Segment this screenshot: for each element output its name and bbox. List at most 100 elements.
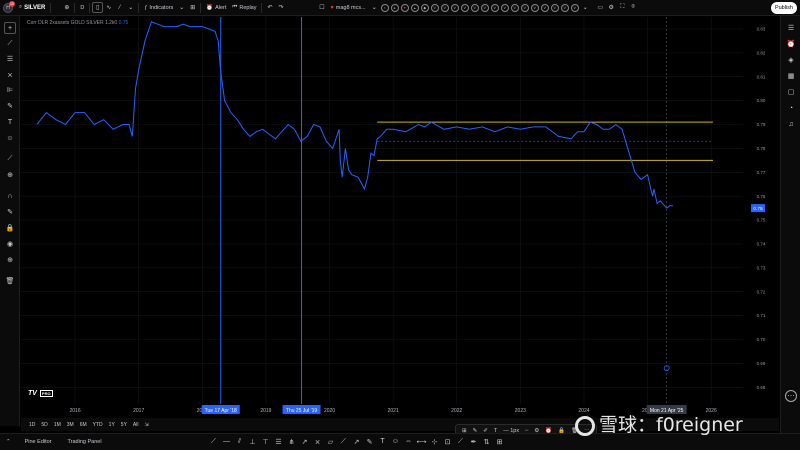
v-icon[interactable]: V [510,3,519,12]
chart-svg[interactable]: 0.83 0.82 0.81 0.80 0.79 0.78 0.77 0.76 0.75 0.74… [21,17,779,418]
range-button[interactable]: YTD [90,422,106,428]
flag-icon[interactable]: ▪ [380,3,389,12]
globe-icon[interactable]: ⊕ [4,254,16,266]
chart-area[interactable]: 0.83 0.82 0.81 0.80 0.79 0.78 0.77 0.76 0.75 0.74… [21,17,779,418]
text-icon[interactable]: T [4,116,16,128]
v-icon[interactable]: V [570,3,579,12]
zoom-icon[interactable]: ⊕ [4,169,16,181]
range-button[interactable]: 3M [64,422,77,428]
chat-icon[interactable]: ▢ [785,86,797,98]
brush-tool-icon[interactable]: ⟋ [454,436,467,448]
vline-tool-icon[interactable]: ⊥ [246,436,259,448]
eye-icon[interactable]: ◉ [4,238,16,250]
trading-panel-tab[interactable]: Trading Panel [60,439,110,445]
v-icon[interactable]: V [460,3,469,12]
bar-style-icon[interactable]: ▯ [92,2,104,13]
sync-tool-icon[interactable]: ⇅ [480,436,493,448]
trash-icon[interactable]: 🗑 [4,275,16,287]
note-tool-icon[interactable]: ⊡ [441,436,454,448]
v-icon[interactable]: V [430,3,439,12]
v-icon[interactable]: V [550,3,559,12]
chevron-down-icon[interactable]: ⌄ [176,2,187,13]
marker-tool-icon[interactable]: ✒ [467,436,480,448]
pattern-icon[interactable]: ⨯ [4,69,16,81]
symbol-search[interactable]: ⌕ SILVER [16,1,48,15]
chevron-down-icon[interactable]: ⌄ [125,2,136,13]
watchlist-button[interactable]: ♥ mag8 mcs... [327,1,368,15]
layouts-icon[interactable]: ⊞ [187,2,198,13]
range-button[interactable]: 1Y [106,422,118,428]
line-style-icon[interactable]: ∿ [103,2,114,13]
v-icon[interactable]: V [480,3,489,12]
fullscreen-icon[interactable]: ⛶ [617,2,628,13]
hline-tool-icon[interactable]: — [220,436,233,448]
pattern-tool-icon[interactable]: ⨯ [311,436,324,448]
crosshair-icon[interactable]: + [4,22,16,34]
shape-icon[interactable]: ◆ [420,3,429,12]
v-icon[interactable]: V [490,3,499,12]
chevron-down-icon[interactable]: ⌄ [369,2,380,13]
play-icon[interactable]: ▸ [390,3,399,12]
fib-icon[interactable]: ☰ [4,53,16,65]
line-tool-icon[interactable]: ⟋ [207,436,220,448]
price-range-icon[interactable]: ⊞ [493,436,506,448]
redo-icon[interactable]: ↷ [275,2,286,13]
more-icon[interactable]: ⋯ [785,390,797,402]
range-button[interactable]: 5D [38,422,50,428]
brush-tool-icon[interactable]: ✎ [363,436,376,448]
replay-button[interactable]: ⏮ Replay [229,1,259,15]
measure-tool-icon[interactable]: ⟷ [415,436,428,448]
alert-button[interactable]: ⏰ Alert [203,1,229,15]
v-icon[interactable]: V [500,3,509,12]
lock-icon[interactable]: 🔒 [4,222,16,234]
range-button[interactable]: All [130,422,142,428]
settings-icon[interactable]: ⚙ [606,2,617,13]
layers-icon[interactable]: ◈ [785,54,797,66]
polyline-tool-icon[interactable]: ⟋ [337,436,350,448]
v-icon[interactable]: V [540,3,549,12]
emoji-tool-icon[interactable]: ☺ [389,436,402,448]
indicators-button[interactable]: ƒ Indicators [141,1,176,15]
layout-icon[interactable]: ▭ [595,2,606,13]
v-icon[interactable]: V [530,3,539,12]
ruler-icon[interactable]: ⟋ [4,153,16,165]
caret-icon[interactable]: ▴ [410,3,419,12]
path-tool-icon[interactable]: ↗ [350,436,363,448]
pitchfork-tool-icon[interactable]: ⋔ [285,436,298,448]
crosshair-tool-icon[interactable]: ⊹ [428,436,441,448]
v-icon[interactable]: V [470,3,479,12]
chevron-down-icon[interactable]: ⌄ [580,2,591,13]
projection-icon[interactable]: ⊫ [4,84,16,96]
compare-icon[interactable]: ⊕ [61,2,72,13]
range-button[interactable]: 1D [26,422,38,428]
undo-icon[interactable]: ↶ [264,2,275,13]
emoji-icon[interactable]: ☺ [4,132,16,144]
magnet-icon[interactable]: ∩ [4,190,16,202]
bulb-icon[interactable]: ◔ [785,102,797,114]
chart-type-icon[interactable]: ⁄ [114,2,125,13]
v-icon[interactable]: V [520,3,529,12]
heart-icon[interactable]: ♥ [400,3,409,12]
camera-icon[interactable]: ⌾ [628,2,639,13]
text-tool-icon[interactable]: T [376,436,389,448]
publish-button[interactable]: Publish [770,2,797,14]
rect-tool-icon[interactable]: ▱ [324,436,337,448]
trendline-icon[interactable]: ⟋ [4,38,16,50]
interval-button[interactable]: D [77,1,87,15]
bell-icon[interactable]: ♫ [785,118,797,130]
v-icon[interactable]: V [450,3,459,12]
indicator-legend[interactable]: Corr DLR 2xassets GOLD SILVER 1.2k0 0.75 [27,20,128,26]
range-button[interactable]: 6M [77,422,90,428]
watchlist-icon[interactable]: ☰ [785,22,797,34]
date-range-icon[interactable]: ⇲ [141,422,151,428]
range-button[interactable]: 1M [51,422,64,428]
fib-tool-icon[interactable]: ☰ [272,436,285,448]
user-menu[interactable]: H 10 [0,0,16,15]
brush-icon[interactable]: ✎ [4,100,16,112]
footer-toggle-icon[interactable]: ⌃ [0,439,17,445]
v-icon[interactable]: V [440,3,449,12]
range-tool-icon[interactable]: ⇔ [402,436,415,448]
v-icon[interactable]: V [560,3,569,12]
checkbox-icon[interactable]: ☐ [316,2,327,13]
pine-editor-tab[interactable]: Pine Editor [17,439,60,445]
